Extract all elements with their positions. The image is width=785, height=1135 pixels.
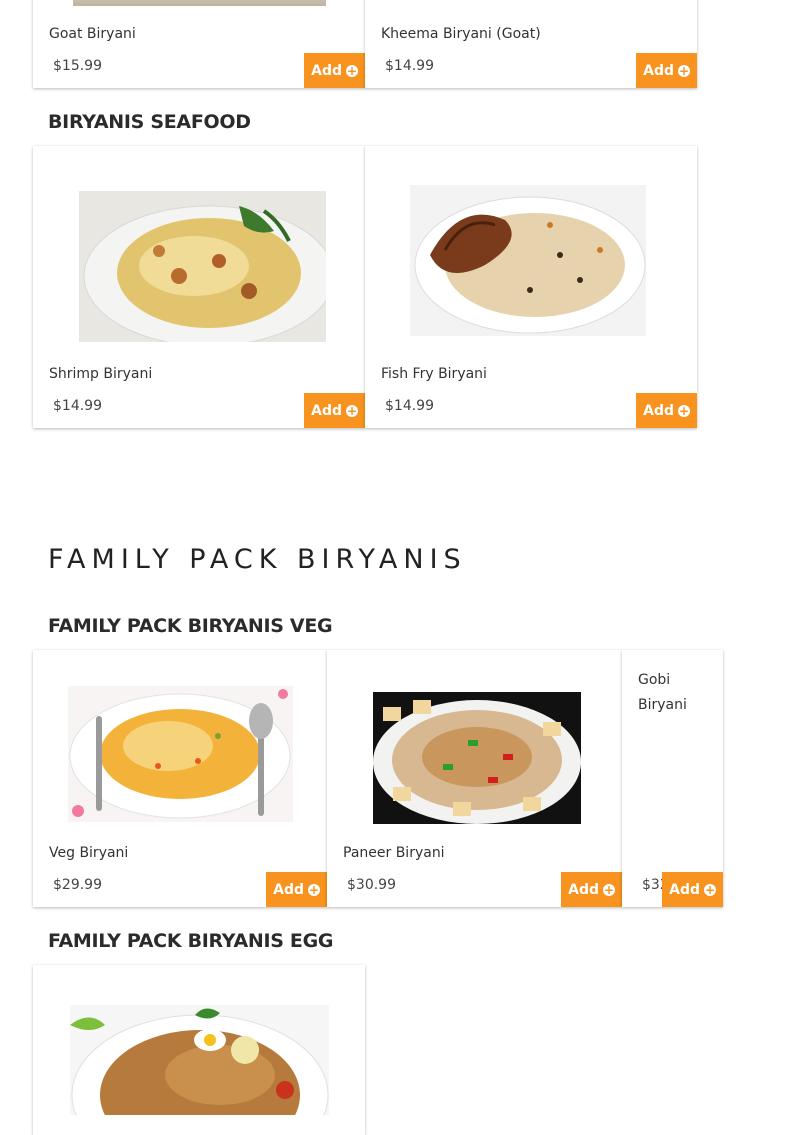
add-label: Add <box>568 881 599 898</box>
fish-fry-biryani-photo <box>414 196 646 334</box>
section-heading-biryanis-seafood: BIRYANIS SEAFOOD <box>48 111 251 133</box>
menu-card-paneer-biryani: Paneer Biryani $30.99 Add + <box>327 650 622 907</box>
fish-fry-biryani-image <box>410 185 646 336</box>
add-label: Add <box>669 881 700 898</box>
plus-circle-icon: + <box>678 63 690 78</box>
item-name: Gobi Biryani <box>638 672 687 713</box>
item-price: $14.99 <box>53 398 102 414</box>
add-button[interactable]: Add + <box>662 872 723 907</box>
menu-card-shrimp-biryani: Shrimp Biryani $14.99 Add + <box>33 146 365 428</box>
item-name: Shrimp Biryani <box>49 366 153 382</box>
add-button[interactable]: Add + <box>266 872 327 907</box>
veg-biryani-image <box>68 686 293 822</box>
add-button[interactable]: Add + <box>304 53 365 88</box>
add-button[interactable]: Add + <box>636 53 697 88</box>
menu-card-fish-fry-biryani: Fish Fry Biryani $14.99 Add + <box>365 146 697 428</box>
add-button[interactable]: Add + <box>561 872 622 907</box>
item-name: Goat Biryani <box>49 26 136 42</box>
shrimp-biryani-photo <box>83 205 326 342</box>
section-heading-family-egg: FAMILY PACK BIRYANIS EGG <box>48 930 334 952</box>
add-label: Add <box>643 62 674 79</box>
plus-circle-icon: + <box>346 403 358 418</box>
plus-circle-icon: + <box>308 882 320 897</box>
add-label: Add <box>311 62 342 79</box>
item-price: $15.99 <box>53 58 102 74</box>
item-price: $30.99 <box>347 877 396 893</box>
paneer-biryani-image <box>373 692 581 824</box>
item-price: $29.99 <box>53 877 102 893</box>
menu-card-gobi-biryani: Gobi Biryani $32.99 Add+ <box>622 650 723 907</box>
egg-biryani-image <box>70 1005 329 1115</box>
item-name: Paneer Biryani <box>343 845 445 861</box>
plus-circle-icon: + <box>704 882 716 897</box>
item-name: Fish Fry Biryani <box>381 366 487 382</box>
plus-circle-icon: + <box>678 403 690 418</box>
veg-biryani-photo <box>69 689 291 819</box>
add-button[interactable]: Add + <box>636 393 697 428</box>
menu-card-egg-biryani <box>33 965 365 1135</box>
add-label: Add <box>311 402 342 419</box>
category-heading-family-pack: FAMILY PACK BIRYANIS <box>48 544 467 575</box>
shrimp-biryani-image <box>79 191 326 342</box>
item-name: Veg Biryani <box>49 845 129 861</box>
add-button[interactable]: Add + <box>304 393 365 428</box>
menu-card-goat-biryani: Goat Biryani $15.99 Add + <box>33 0 365 88</box>
add-label: Add <box>643 402 674 419</box>
item-price: $14.99 <box>385 398 434 414</box>
item-name: Kheema Biryani (Goat) <box>381 26 541 42</box>
menu-card-kheema-biryani: Kheema Biryani (Goat) $14.99 Add + <box>365 0 697 88</box>
section-heading-family-veg: FAMILY PACK BIRYANIS VEG <box>48 615 333 637</box>
item-price: $14.99 <box>385 58 434 74</box>
add-label: Add <box>273 881 304 898</box>
egg-biryani-photo <box>70 1008 329 1115</box>
paneer-biryani-photo <box>373 700 581 824</box>
plus-circle-icon: + <box>346 63 358 78</box>
menu-card-veg-biryani: Veg Biryani $29.99 Add + <box>33 650 327 907</box>
goat-biryani-image <box>73 0 326 6</box>
plus-circle-icon: + <box>603 882 615 897</box>
